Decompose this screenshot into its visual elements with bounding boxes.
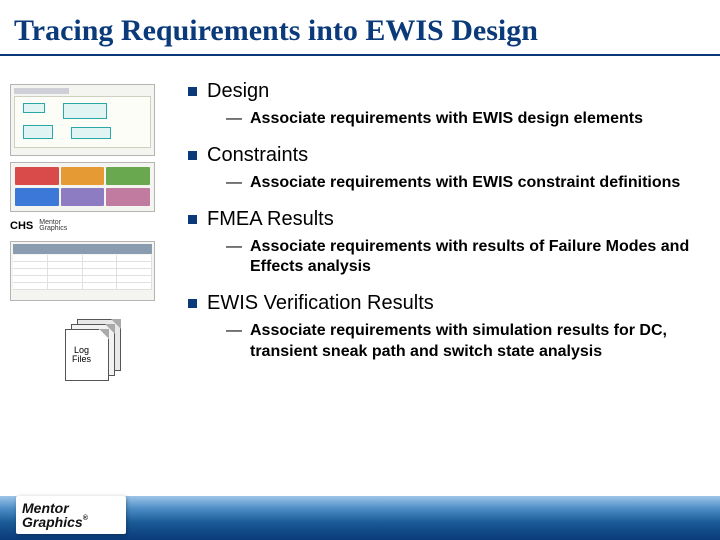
content-area: CHS Mentor Graphics Log Files Design — [0, 80, 720, 383]
bullet-fmea: FMEA Results — [188, 208, 710, 231]
dash-icon: — — [226, 322, 242, 340]
footer-bar: Mentor Graphics® — [0, 496, 720, 540]
bullet-constraints: Constraints — [188, 144, 710, 167]
bullet-design: Design — [188, 80, 710, 103]
sub-constraints: — Associate requirements with EWIS const… — [226, 173, 710, 194]
chs-row: CHS Mentor Graphics — [10, 218, 180, 235]
sub-text: Associate requirements with EWIS design … — [250, 109, 643, 130]
sub-fmea: — Associate requirements with results of… — [226, 237, 710, 279]
sub-text: Associate requirements with simulation r… — [250, 321, 710, 363]
dash-icon: — — [226, 110, 242, 128]
slide-title: Tracing Requirements into EWIS Design — [0, 0, 720, 54]
bullet-icon — [188, 151, 197, 160]
mentor-graphics-logo: Mentor Graphics® — [16, 496, 126, 534]
bullet-heading: EWIS Verification Results — [207, 292, 434, 315]
swatch — [61, 188, 105, 206]
bullet-icon — [188, 215, 197, 224]
constraints-thumbnail — [10, 162, 155, 212]
left-column: CHS Mentor Graphics Log Files — [10, 80, 180, 383]
swatch — [15, 167, 59, 185]
chs-label: CHS — [10, 220, 33, 232]
log-files-label: Log Files — [72, 346, 91, 366]
sub-verification: — Associate requirements with simulation… — [226, 321, 710, 363]
log-files-icon: Log Files — [65, 319, 125, 383]
sub-text: Associate requirements with results of F… — [250, 237, 710, 279]
bullet-verification: EWIS Verification Results — [188, 292, 710, 315]
logo-text-bottom: Graphics — [22, 514, 83, 530]
mentor-tiny-logo: Mentor Graphics — [39, 220, 67, 233]
swatch — [15, 188, 59, 206]
title-underline — [0, 54, 720, 56]
bullet-icon — [188, 87, 197, 96]
swatch — [61, 167, 105, 185]
bullet-icon — [188, 299, 197, 308]
right-column: Design — Associate requirements with EWI… — [180, 80, 710, 383]
sub-text: Associate requirements with EWIS constra… — [250, 173, 680, 194]
dash-icon: — — [226, 174, 242, 192]
dash-icon: — — [226, 238, 242, 256]
swatch — [106, 167, 150, 185]
bullet-heading: Constraints — [207, 144, 308, 167]
registered-mark: ® — [83, 515, 88, 522]
design-thumbnail — [10, 84, 155, 156]
bullet-heading: Design — [207, 80, 269, 103]
bullet-heading: FMEA Results — [207, 208, 334, 231]
sub-design: — Associate requirements with EWIS desig… — [226, 109, 710, 130]
swatch — [106, 188, 150, 206]
fmea-thumbnail — [10, 241, 155, 301]
